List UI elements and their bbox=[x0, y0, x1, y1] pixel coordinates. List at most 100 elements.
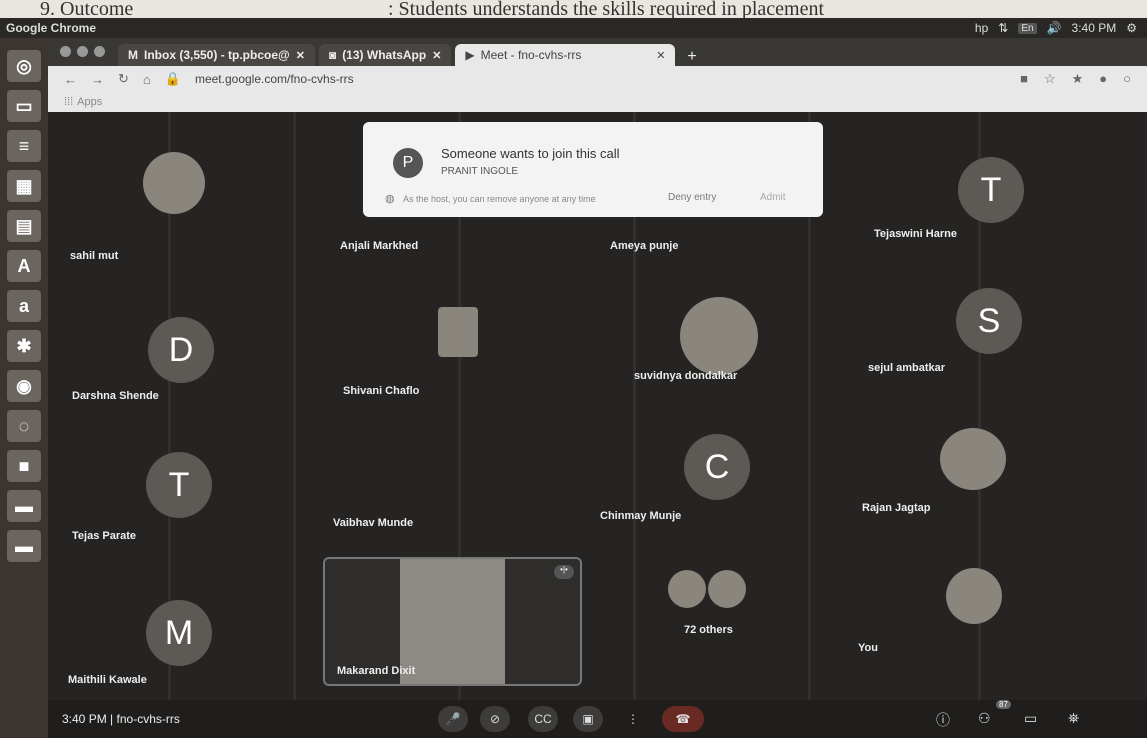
activities-icon[interactable]: ⛯ bbox=[1068, 710, 1079, 727]
launcher-bar: ◎ ▭ ≡ ▦ ▤ A a ✱ ◉ ◌ ■ ▬ ▬ bbox=[0, 38, 48, 738]
close-tab-icon[interactable]: ✕ bbox=[656, 49, 665, 62]
self-video bbox=[946, 568, 1002, 624]
tab-label: Meet - fno-cvhs-rrs bbox=[480, 48, 582, 62]
admit-button[interactable]: Admit bbox=[760, 192, 786, 203]
participants-badge: 87 bbox=[996, 700, 1011, 709]
requester-name: PRANIT INGOLE bbox=[441, 166, 519, 177]
close-window-icon[interactable] bbox=[60, 46, 71, 57]
participant-name-anjali: Anjali Markhed bbox=[340, 240, 419, 252]
self-label: You bbox=[858, 642, 878, 654]
chat-icon[interactable]: ▭ bbox=[1024, 710, 1037, 727]
ubuntu-one-icon[interactable]: ◌ bbox=[7, 410, 41, 442]
drive-icon[interactable]: ▬ bbox=[7, 490, 41, 522]
system-settings-icon[interactable]: ✱ bbox=[7, 330, 41, 362]
reload-icon[interactable]: ↻ bbox=[118, 71, 129, 87]
impress-icon[interactable]: ▤ bbox=[7, 210, 41, 242]
home-icon[interactable]: ⌂ bbox=[143, 72, 151, 87]
new-tab-button[interactable]: + bbox=[679, 48, 704, 66]
back-icon[interactable]: ← bbox=[64, 72, 77, 87]
software-center-icon[interactable]: A bbox=[7, 250, 41, 282]
participant-avatar-chinmay: C bbox=[684, 434, 750, 500]
tab-meet[interactable]: ▶ Meet - fno-cvhs-rrs ✕ bbox=[455, 44, 676, 66]
hp-icon: hp bbox=[974, 21, 989, 35]
presenter-tile[interactable]: •|• Makarand Dixit bbox=[323, 557, 582, 686]
settings-gear-icon[interactable]: ⚙ bbox=[1126, 21, 1137, 35]
meeting-clock: 3:40 PM | fno-cvhs-rrs bbox=[62, 712, 180, 726]
participant-name-maithili: Maithili Kawale bbox=[68, 674, 147, 686]
network-icon[interactable]: ⇅ bbox=[998, 21, 1008, 35]
lock-icon[interactable]: 🔒 bbox=[165, 71, 181, 87]
requester-avatar: P bbox=[393, 148, 423, 178]
deny-entry-button[interactable]: Deny entry bbox=[668, 192, 716, 203]
participant-name-vaibhav: Vaibhav Munde bbox=[333, 517, 414, 529]
amazon-icon[interactable]: a bbox=[7, 290, 41, 322]
participant-name-sejul: sejul ambatkar bbox=[868, 362, 946, 374]
participant-name-shivani: Shivani Chaflo bbox=[343, 385, 420, 397]
participant-avatar-tejas: T bbox=[146, 452, 212, 518]
system-clock[interactable]: 3:40 PM bbox=[1072, 21, 1117, 35]
profile-avatar-icon[interactable]: ● bbox=[1099, 71, 1107, 87]
audio-level-icon: •|• bbox=[554, 565, 574, 579]
system-tray: hp ⇅ En 🔊 3:40 PM ⚙ bbox=[975, 21, 1137, 35]
meet-stage: sahil mut Anjali Markhed Ameya punje T T… bbox=[48, 112, 1147, 738]
close-tab-icon[interactable]: ✕ bbox=[296, 49, 305, 62]
participant-photo-rajan bbox=[940, 428, 1006, 490]
ubuntu-dash-icon[interactable]: ◎ bbox=[7, 50, 41, 82]
mic-toggle-button[interactable]: 🎤 bbox=[438, 706, 468, 732]
tab-gmail[interactable]: M Inbox (3,550) - tp.pbcoe@ ✕ bbox=[118, 44, 315, 66]
url-field[interactable]: meet.google.com/fno-cvhs-rrs bbox=[195, 72, 354, 86]
join-request-popup: P Someone wants to join this call PRANIT… bbox=[363, 122, 823, 217]
tab-label: Inbox (3,550) - tp.pbcoe@ bbox=[144, 48, 290, 62]
browser-window: M Inbox (3,550) - tp.pbcoe@ ✕ ◙ (13) Wha… bbox=[48, 38, 1147, 738]
bookmark-star-icon[interactable]: ☆ bbox=[1044, 71, 1056, 87]
writer-icon[interactable]: ≡ bbox=[7, 130, 41, 162]
files-icon[interactable]: ▭ bbox=[7, 90, 41, 122]
apps-grid-icon[interactable]: ⁞⁞⁞ bbox=[64, 96, 73, 108]
captions-button[interactable]: CC bbox=[528, 706, 558, 732]
tab-strip: M Inbox (3,550) - tp.pbcoe@ ✕ ◙ (13) Wha… bbox=[48, 38, 1147, 66]
host-note: As the host, you can remove anyone at an… bbox=[403, 194, 596, 204]
menu-icon[interactable]: ○ bbox=[1123, 71, 1131, 87]
meeting-info-icon[interactable]: ⓘ bbox=[936, 710, 950, 730]
minimize-window-icon[interactable] bbox=[77, 46, 88, 57]
meet-icon: ▶ bbox=[465, 48, 475, 62]
bookmarks-bar: ⁞⁞⁞ Apps bbox=[48, 92, 1147, 113]
chrome-icon[interactable]: ◉ bbox=[7, 370, 41, 402]
address-bar-actions: ■ ☆ ★ ● ○ bbox=[1020, 71, 1131, 87]
leave-call-button[interactable]: ☎ bbox=[662, 706, 704, 732]
join-request-title: Someone wants to join this call bbox=[441, 146, 620, 161]
more-options-button[interactable]: ⋮ bbox=[618, 706, 648, 732]
participant-photo-shivani bbox=[438, 307, 478, 357]
others-count[interactable]: 72 others bbox=[684, 624, 733, 636]
participant-avatar-tejaswini: T bbox=[958, 157, 1024, 223]
keyboard-language[interactable]: En bbox=[1018, 22, 1037, 34]
camera-icon[interactable]: ■ bbox=[7, 450, 41, 482]
participant-name-rajan: Rajan Jagtap bbox=[862, 502, 931, 514]
participant-avatar-maithili: M bbox=[146, 600, 212, 666]
camera-permission-icon[interactable]: ■ bbox=[1020, 71, 1028, 87]
participant-name-makarand: Makarand Dixit bbox=[337, 665, 416, 677]
tab-whatsapp[interactable]: ◙ (13) WhatsApp ✕ bbox=[318, 44, 452, 66]
address-bar: ← → ↻ ⌂ 🔒 meet.google.com/fno-cvhs-rrs ■… bbox=[48, 66, 1147, 92]
os-top-bar: Google Chrome hp ⇅ En 🔊 3:40 PM ⚙ bbox=[0, 18, 1147, 38]
maximize-window-icon[interactable] bbox=[94, 46, 105, 57]
present-button[interactable]: ▣ bbox=[573, 706, 603, 732]
participant-name-suvidnya: suvidnya dondalkar bbox=[634, 370, 738, 382]
participant-avatar-sejul: S bbox=[956, 288, 1022, 354]
app-name: Google Chrome bbox=[6, 21, 97, 35]
close-tab-icon[interactable]: ✕ bbox=[432, 49, 441, 62]
apps-bookmark[interactable]: Apps bbox=[77, 96, 102, 108]
participant-photo-suvidnya bbox=[680, 297, 758, 375]
gmail-icon: M bbox=[128, 48, 138, 62]
drive-2-icon[interactable]: ▬ bbox=[7, 530, 41, 562]
participant-avatar-darshna: D bbox=[148, 317, 214, 383]
participant-photo-sahil bbox=[143, 152, 205, 214]
people-icon[interactable]: ⚇ bbox=[978, 710, 991, 727]
shield-icon: ◍ bbox=[385, 193, 395, 205]
participant-name-ameya: Ameya punje bbox=[610, 240, 679, 252]
camera-toggle-button[interactable]: ⊘ bbox=[480, 706, 510, 732]
extension-pin-icon[interactable]: ★ bbox=[1072, 71, 1084, 87]
volume-icon[interactable]: 🔊 bbox=[1047, 21, 1062, 35]
forward-icon[interactable]: → bbox=[91, 72, 104, 87]
calc-icon[interactable]: ▦ bbox=[7, 170, 41, 202]
